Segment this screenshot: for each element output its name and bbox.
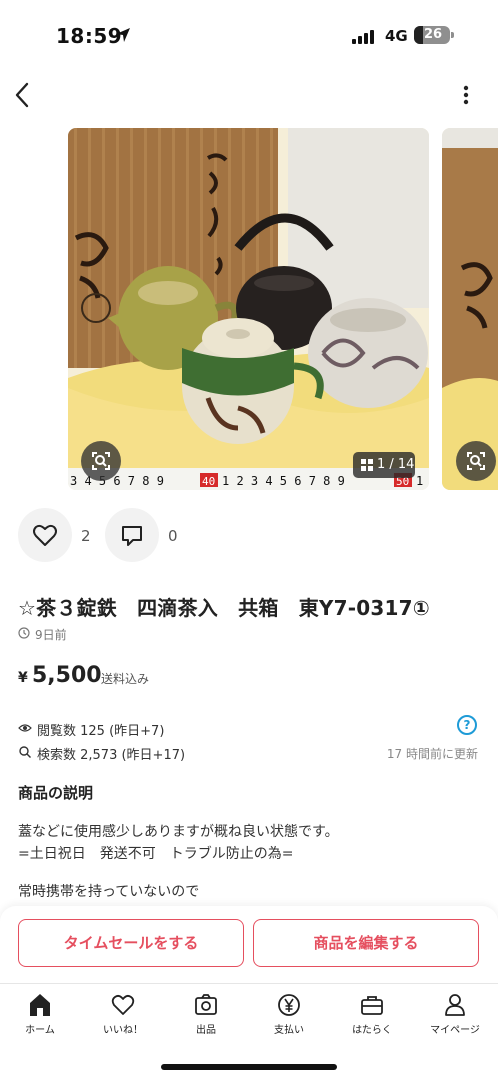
updated-time: 17 時間前に更新 [386,747,478,761]
description-line: =土日祝日 発送不可 トラブル防止の為= [18,846,294,862]
comment-icon [122,526,142,546]
status-time: 18:59 [56,24,123,48]
svg-text:1: 1 [416,474,423,488]
description-heading: 商品の説明 [18,784,94,802]
edit-item-button[interactable]: 商品を編集する [253,919,479,967]
price: 5,500 [32,663,102,688]
tab-label: マイページ [430,1025,480,1036]
zoom-button[interactable] [81,441,121,481]
home-icon [30,994,50,1016]
tab-label: はたらく [352,1025,392,1036]
clock-icon [18,627,30,639]
posted-time-text: 9日前 [35,628,67,642]
next-photo-image [442,128,498,490]
zoom-icon [467,452,485,470]
search-icon [19,746,31,758]
comment-count: 0 [168,527,178,545]
tab-label: 出品 [196,1025,216,1036]
yen-icon [278,994,300,1016]
location-arrow-icon [116,28,130,42]
help-icon[interactable]: ? [457,715,477,735]
tabbar-divider [0,983,498,984]
like-button[interactable] [18,508,72,562]
price-currency: ¥ [18,670,28,686]
like-count: 2 [81,527,91,545]
product-title: ☆茶３錠鉄 四滴茶入 共箱 東Y7-0317① [18,596,430,620]
tab-label: いいね！ [103,1025,143,1036]
battery-level: 26 [424,27,443,42]
status-bar: 18:59 4G 26 [0,0,498,70]
grid-icon [361,459,373,471]
battery-icon: 26 [414,26,450,44]
shipping-label: 送料込み [101,672,150,686]
signal-icon [352,30,378,44]
zoom-button-next[interactable] [456,441,496,481]
search-text: 検索数 2,573 (昨日+17) [37,748,186,763]
camera-icon [195,994,217,1015]
person-icon [445,994,465,1016]
photo-counter-text: 1 / 14 [377,457,415,472]
eye-icon [18,724,32,732]
heart-icon [111,994,135,1015]
description-line: 蓋などに使用感少しありますが概ね良い状態です。 [18,824,339,840]
comment-button[interactable] [105,508,159,562]
svg-text:40: 40 [202,475,215,488]
tab-home[interactable]: ホーム [0,990,80,1040]
svg-text:1 2 3 4 5 6 7 8 9: 1 2 3 4 5 6 7 8 9 [222,474,345,488]
back-arrow-icon[interactable] [10,80,36,110]
tab-sell[interactable]: 出品 [166,990,246,1040]
more-options-icon[interactable] [454,82,478,108]
tab-payment[interactable]: 支払い [249,990,329,1040]
heart-icon [33,524,57,546]
home-indicator [161,1064,337,1070]
tab-label: ホーム [25,1025,55,1036]
network-type: 4G [385,27,408,45]
views-text: 閲覧数 125 (昨日+7) [37,724,165,739]
zoom-icon [92,452,110,470]
tab-mypage[interactable]: マイページ [415,990,495,1040]
photo-counter: 1 / 14 [353,452,415,478]
product-photo[interactable]: 3 4 5 6 7 8 9 40 1 2 3 4 5 6 7 8 9 50 1 [68,128,429,490]
tab-likes[interactable]: いいね！ [83,990,163,1040]
product-photo-image: 3 4 5 6 7 8 9 40 1 2 3 4 5 6 7 8 9 50 1 [68,128,429,490]
tab-work[interactable]: はたらく [332,990,412,1040]
description-line: 常時携帯を持っていないので [18,884,200,900]
briefcase-icon [361,996,383,1015]
timesale-button[interactable]: タイムセールをする [18,919,244,967]
tab-label: 支払い [274,1025,304,1036]
next-product-photo[interactable] [442,128,498,490]
